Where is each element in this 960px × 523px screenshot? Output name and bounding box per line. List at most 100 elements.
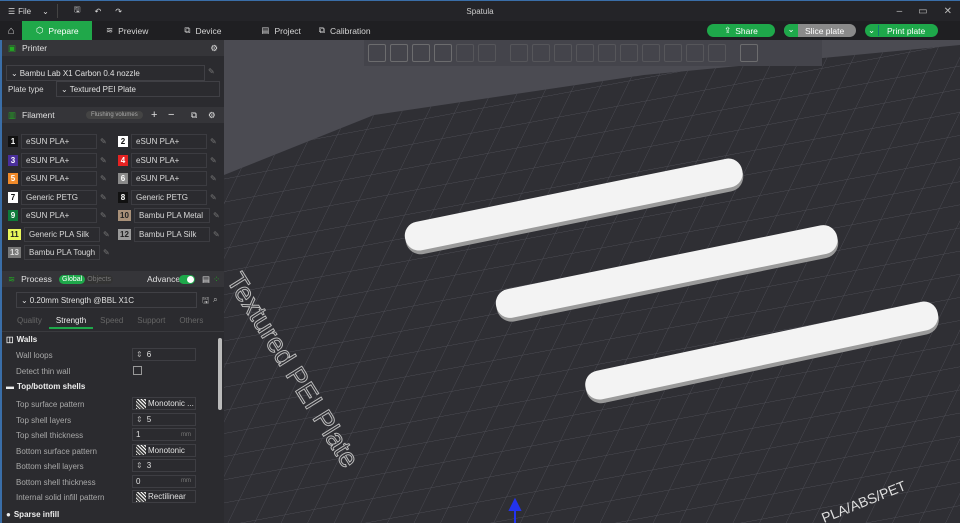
filament-name[interactable]: eSUN PLA+: [131, 152, 207, 168]
filament-name[interactable]: Bambu PLA Silk: [134, 226, 210, 242]
print-plate-button[interactable]: ⌄ Print plate: [865, 24, 938, 37]
filament-color-swatch[interactable]: 10: [118, 210, 131, 221]
subtab-support[interactable]: Support: [130, 316, 172, 329]
filament-item[interactable]: 12 Bambu PLA Silk ✎: [118, 226, 220, 242]
setting-input[interactable]: Monotonic: [132, 443, 196, 457]
filament-name[interactable]: Generic PLA Silk: [24, 226, 100, 242]
text-icon[interactable]: [686, 44, 704, 62]
setting-input[interactable]: Rectilinear: [132, 490, 196, 503]
advance-toggle[interactable]: [179, 274, 195, 284]
undo-icon[interactable]: ↶: [95, 7, 102, 16]
assembly-icon[interactable]: [740, 44, 758, 62]
tab-preview[interactable]: ≋ Preview: [92, 21, 162, 40]
filament-item[interactable]: 9 eSUN PLA+ ✎: [8, 208, 107, 223]
filament-name[interactable]: eSUN PLA+: [21, 171, 97, 186]
list-icon[interactable]: ▤: [202, 274, 210, 285]
chevron-down-icon[interactable]: ⌄: [784, 24, 798, 37]
add-plate-icon[interactable]: [390, 44, 408, 62]
setting-input[interactable]: Monotonic ...: [132, 397, 196, 410]
edit-icon[interactable]: ✎: [100, 211, 107, 220]
filament-item[interactable]: 4 eSUN PLA+ ✎: [118, 152, 217, 168]
edit-icon[interactable]: ✎: [210, 137, 217, 146]
subtab-speed[interactable]: Speed: [93, 316, 130, 329]
color-paint-icon[interactable]: [664, 44, 682, 62]
save-icon[interactable]: 🖫: [202, 295, 209, 309]
filament-color-swatch[interactable]: 5: [8, 173, 18, 184]
support-paint-icon[interactable]: [620, 44, 638, 62]
filament-name[interactable]: eSUN PLA+: [21, 208, 97, 223]
edit-icon[interactable]: ✎: [103, 230, 110, 239]
measure-icon[interactable]: [708, 44, 726, 62]
filament-name[interactable]: eSUN PLA+: [131, 171, 207, 186]
add-icon[interactable]: +: [151, 109, 157, 121]
seam-paint-icon[interactable]: [642, 44, 660, 62]
filament-color-swatch[interactable]: 9: [8, 210, 18, 221]
gear-icon[interactable]: ⚙: [210, 43, 218, 54]
rotate-icon[interactable]: [532, 44, 550, 62]
filament-item[interactable]: 8 Generic PETG ✎: [118, 189, 217, 205]
edit-icon[interactable]: ✎: [100, 137, 107, 146]
subtab-strength[interactable]: Strength: [48, 316, 94, 329]
filament-color-swatch[interactable]: 11: [8, 228, 21, 240]
filament-color-swatch[interactable]: 7: [8, 191, 18, 203]
edit-icon[interactable]: ✎: [100, 193, 107, 202]
cut-icon[interactable]: [598, 44, 616, 62]
edit-icon[interactable]: ✎: [210, 193, 217, 202]
filament-color-swatch[interactable]: 12: [118, 228, 131, 240]
process-preset-select[interactable]: ⌄ 0.20mm Strength @BBL X1C: [16, 292, 197, 308]
filament-item[interactable]: 13 Bambu PLA Tough ✎: [8, 245, 110, 260]
filament-name[interactable]: Generic PETG: [21, 189, 97, 205]
setting-input[interactable]: 1 mm: [132, 428, 196, 441]
3d-viewport[interactable]: Textured PEI Plate PLA/ABS/PET: [224, 40, 960, 523]
split-icon[interactable]: [456, 44, 474, 62]
scrollbar[interactable]: [218, 338, 222, 410]
filament-name[interactable]: Bambu PLA Tough: [24, 245, 100, 260]
wall-loops-input[interactable]: ⇕ 6: [132, 348, 196, 361]
filament-item[interactable]: 10 Bambu PLA Metal ✎: [118, 208, 220, 223]
edit-icon[interactable]: ✎: [208, 67, 215, 76]
scale-icon[interactable]: [554, 44, 572, 62]
spin-icon[interactable]: ⇕: [136, 415, 143, 424]
build-plate-scene[interactable]: Textured PEI Plate PLA/ABS/PET: [224, 40, 960, 523]
minimize-icon[interactable]: –: [897, 6, 903, 17]
search-icon[interactable]: ⌕: [213, 294, 218, 305]
spin-icon[interactable]: ⇕: [136, 350, 143, 359]
filament-color-swatch[interactable]: 6: [118, 173, 128, 184]
filament-color-swatch[interactable]: 8: [118, 191, 128, 203]
filament-item[interactable]: 5 eSUN PLA+ ✎: [8, 171, 107, 186]
edit-icon[interactable]: ✎: [103, 248, 110, 257]
move-icon[interactable]: [510, 44, 528, 62]
setting-input[interactable]: ⇕ 5: [132, 412, 196, 426]
edit-icon[interactable]: ✎: [100, 156, 107, 165]
filament-name[interactable]: Bambu PLA Metal: [134, 208, 210, 223]
tab-prepare[interactable]: ⬡ Prepare: [22, 21, 92, 40]
tab-calibration[interactable]: ⧉ Calibration: [305, 21, 385, 40]
detect-thin-wall-checkbox[interactable]: [133, 366, 142, 375]
filament-item[interactable]: 11 Generic PLA Silk ✎: [8, 226, 110, 242]
edit-icon[interactable]: ✎: [213, 230, 220, 239]
remove-icon[interactable]: −: [168, 109, 174, 121]
filament-color-swatch[interactable]: 1: [8, 136, 18, 147]
slice-plate-button[interactable]: ⌄ Slice plate: [784, 24, 856, 37]
share-button[interactable]: ⇪ Share: [707, 24, 775, 37]
setting-input[interactable]: 0 mm: [132, 474, 196, 488]
filament-name[interactable]: eSUN PLA+: [21, 152, 97, 168]
filament-item[interactable]: 6 eSUN PLA+ ✎: [118, 171, 217, 186]
edit-icon[interactable]: ✎: [100, 174, 107, 183]
filament-name[interactable]: Generic PETG: [131, 189, 207, 205]
save-icon[interactable]: 🖫: [74, 4, 81, 18]
filament-item[interactable]: 1 eSUN PLA+ ✎: [8, 134, 107, 149]
plate-type-select[interactable]: ⌄ Textured PEI Plate: [56, 81, 220, 97]
filament-color-swatch[interactable]: 13: [8, 247, 21, 258]
arrange-icon[interactable]: [434, 44, 452, 62]
maximize-icon[interactable]: ▭: [918, 6, 927, 17]
filament-item[interactable]: 2 eSUN PLA+ ✎: [118, 134, 217, 149]
setting-input[interactable]: ⇕ 3: [132, 459, 196, 472]
filament-name[interactable]: eSUN PLA+: [131, 134, 207, 149]
gear-icon[interactable]: ⚙: [208, 110, 216, 121]
filament-item[interactable]: 3 eSUN PLA+ ✎: [8, 152, 107, 168]
close-icon[interactable]: ✕: [944, 6, 952, 17]
filament-color-swatch[interactable]: 4: [118, 154, 128, 166]
filament-name[interactable]: eSUN PLA+: [21, 134, 97, 149]
global-objects-toggle[interactable]: Global Objects: [59, 274, 113, 284]
